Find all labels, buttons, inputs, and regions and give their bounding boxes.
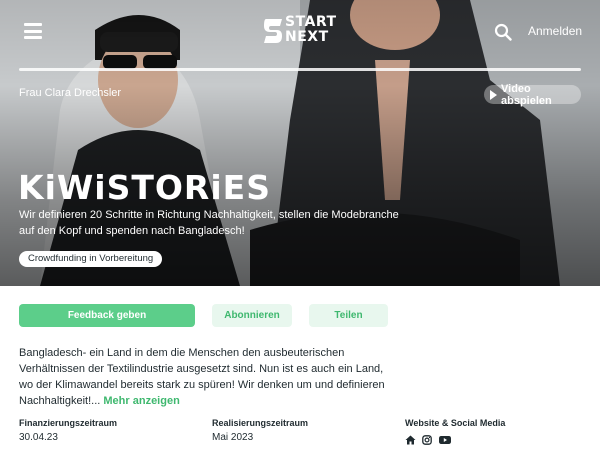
logo-line1: START: [285, 14, 337, 30]
realization-period-label: Realisierungszeitraum: [212, 418, 309, 428]
play-video-button[interactable]: Video abspielen: [484, 82, 581, 107]
status-badge: Crowdfunding in Vorbereitung: [19, 251, 163, 267]
search-icon[interactable]: [494, 23, 512, 41]
play-icon: [490, 89, 497, 100]
about-text: Bangladesch- ein Land in dem die Mensche…: [19, 347, 385, 407]
youtube-icon[interactable]: [439, 432, 451, 444]
hero-divider: [19, 68, 581, 71]
funding-period: Finanzierungszeitraum 30.04.23: [19, 418, 117, 443]
instagram-icon[interactable]: [422, 432, 433, 445]
project-title: KiWiSTORiES: [18, 168, 271, 207]
logo-line2: NEXT: [285, 29, 329, 45]
subscribe-button[interactable]: Abonnieren: [212, 304, 292, 327]
web-social-label: Website & Social Media: [405, 418, 506, 428]
funding-period-label: Finanzierungszeitraum: [19, 418, 118, 428]
realization-period-value: Mai 2023: [212, 432, 254, 443]
logo-text: START NEXT: [285, 15, 337, 45]
social-links: [405, 432, 505, 445]
project-owner[interactable]: Frau Clara Drechsler: [19, 87, 121, 99]
top-navigation: START NEXT Anmelden: [0, 0, 600, 62]
realization-period: Realisierungszeitraum Mai 2023: [212, 418, 308, 443]
share-button[interactable]: Teilen: [309, 304, 388, 327]
home-icon[interactable]: [405, 432, 416, 445]
login-link[interactable]: Anmelden: [528, 24, 582, 38]
project-about: Bangladesch- ein Land in dem die Mensche…: [19, 345, 399, 409]
startnext-logo[interactable]: START NEXT: [263, 15, 337, 47]
funding-period-value: 30.04.23: [19, 432, 58, 443]
feedback-button[interactable]: Feedback geben: [19, 304, 195, 327]
logo-mark-icon: [264, 19, 282, 43]
web-social: Website & Social Media: [405, 418, 506, 445]
play-video-label: Video abspielen: [501, 82, 552, 107]
hero-section: START NEXT Anmelden Frau Clara Drechsler…: [0, 0, 600, 286]
show-more-link[interactable]: Mehr anzeigen: [103, 395, 179, 407]
menu-icon[interactable]: [24, 23, 42, 39]
project-description: Wir definieren 20 Schritte in Richtung N…: [19, 209, 399, 237]
